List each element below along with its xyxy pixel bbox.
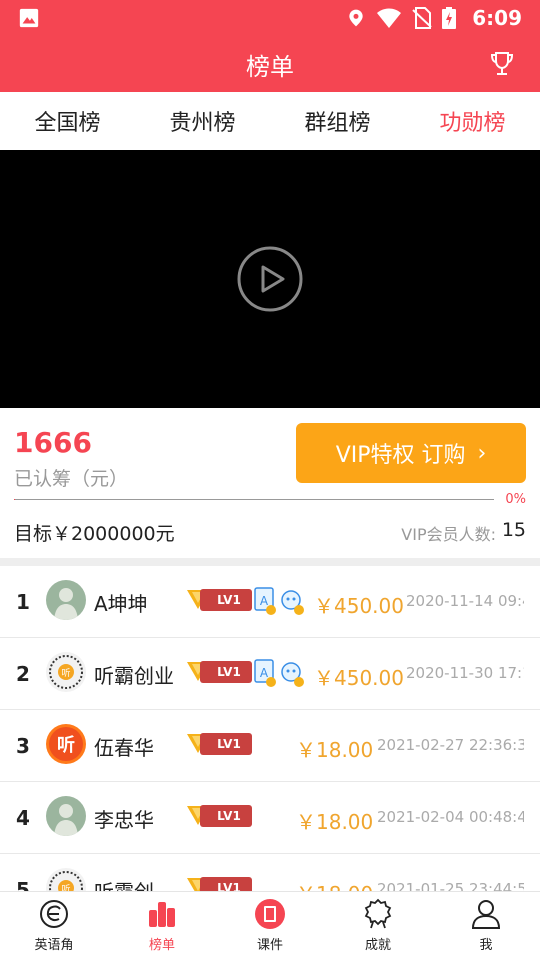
nav-ranking[interactable]: 榜单 (108, 892, 216, 960)
user-name: A坤坤 (94, 592, 148, 616)
contribution-date: 2020-11-14 09:40 (406, 592, 524, 610)
page-title: 榜单 (246, 52, 294, 81)
status-bar: 6:09 (0, 0, 540, 36)
video-player[interactable] (0, 150, 540, 408)
user-avatar (46, 796, 86, 836)
nav-courseware[interactable]: 课件 (216, 892, 324, 960)
contribution-amount: ￥18.00 (296, 810, 374, 834)
leaderboard-list: 1A坤坤LV1A￥450.002020-11-14 09:402听听霸创业LV1… (0, 566, 540, 891)
location-icon (349, 9, 363, 27)
contribution-amount: ￥18.00 (296, 738, 374, 762)
contribution-date: 2021-01-25 23:44:51 (377, 880, 524, 891)
rank-number: 3 (16, 734, 30, 758)
nav-label: 课件 (256, 938, 283, 953)
leaderboard-row[interactable]: 4 李忠华 LV1 ￥18.00 2021-02-04 00:48:43 (0, 782, 540, 854)
user-name: 听霸创 (94, 876, 178, 891)
rank-number: 1 (16, 590, 30, 614)
contribution-date: 2020-11-30 17:10 (406, 664, 524, 682)
tab-national[interactable]: 全国榜 (0, 92, 135, 150)
vip-subscribe-label: VIP特权 订购 (335, 443, 466, 468)
leaderboard-row[interactable]: 5 听 听霸创 LV1 ￥18.00 2021-01-25 23:44:51 (0, 854, 540, 891)
level-badge: LV1 (186, 661, 252, 683)
vip-members-count: 15 (501, 519, 526, 541)
progress-bar (14, 499, 494, 500)
tab-merit[interactable]: 功勋榜 (405, 92, 540, 150)
contribution-amount: ￥450.00 (314, 594, 404, 618)
ranking-icon (149, 902, 175, 927)
ranking-tabs: 全国榜 贵州榜 群组榜 功勋榜 (0, 92, 540, 150)
user-name: 听霸创业 (94, 664, 174, 688)
raised-amount: 1666 (14, 426, 92, 459)
app-bar: 榜单 (0, 36, 540, 92)
rank-number: 5 (16, 878, 30, 891)
level-label: LV1 (200, 589, 252, 611)
play-icon[interactable] (237, 246, 303, 312)
trophy-icon[interactable] (488, 50, 516, 78)
user-avatar (46, 580, 86, 620)
nav-label: 我 (479, 938, 493, 953)
user-avatar: 听 (46, 724, 86, 764)
bottom-nav: 英语角 榜单 课件 成就 我 (0, 891, 540, 960)
vip-badges-icon: A (253, 658, 309, 688)
goal-text: 目标￥2000000元 (14, 523, 175, 545)
level-badge: LV1 (186, 589, 252, 611)
nav-label: 英语角 (34, 938, 74, 953)
user-name: 伍春华 (94, 736, 154, 760)
user-name: 李忠华 (94, 808, 154, 832)
nav-label: 成就 (364, 938, 391, 953)
no-sim-icon (412, 7, 432, 29)
nav-profile[interactable]: 我 (432, 892, 540, 960)
leaderboard-row[interactable]: 1 A坤坤 LV1 A ￥450.002020-11-14 09:40 (0, 566, 540, 638)
profile-icon (471, 900, 501, 929)
english-corner-icon (40, 900, 68, 928)
svg-text:听: 听 (61, 668, 70, 679)
vip-members-label: VIP会员人数: (401, 525, 496, 544)
tab-group[interactable]: 群组榜 (270, 92, 405, 150)
level-badge: LV1 (186, 805, 252, 827)
rank-number: 4 (16, 806, 30, 830)
svg-text:A: A (260, 666, 269, 680)
level-label: LV1 (200, 805, 252, 827)
section-divider (0, 558, 540, 566)
user-avatar: 听 (46, 868, 86, 891)
progress-percent: 0% (505, 492, 526, 507)
level-badge: LV1 (186, 877, 252, 891)
rank-number: 2 (16, 662, 30, 686)
vip-badges-icon: A (253, 586, 309, 616)
contribution-amount: ￥450.00 (314, 666, 404, 690)
user-avatar: 听 (46, 652, 86, 692)
battery-charging-icon (442, 7, 457, 29)
status-time: 6:09 (472, 6, 522, 30)
achievement-icon (364, 898, 392, 929)
leaderboard-row[interactable]: 2 听 听霸创业 LV1 A ￥450.002020-11-30 17:10 (0, 638, 540, 710)
leaderboard-row[interactable]: 3 听伍春华 LV1 ￥18.00 2021-02-27 22:36:38 (0, 710, 540, 782)
nav-english-corner[interactable]: 英语角 (0, 892, 108, 960)
image-icon (19, 8, 39, 28)
svg-text:A: A (260, 594, 269, 608)
level-label: LV1 (200, 733, 252, 755)
vip-subscribe-button[interactable]: VIP特权 订购 › (296, 423, 526, 483)
tab-guizhou[interactable]: 贵州榜 (135, 92, 270, 150)
raised-amount-label: 已认筹（元） (14, 468, 129, 490)
level-label: LV1 (200, 877, 252, 891)
wifi-icon (377, 8, 402, 28)
nav-achievement[interactable]: 成就 (324, 892, 432, 960)
contribution-date: 2021-02-04 00:48:43 (377, 808, 524, 826)
nav-label: 榜单 (148, 938, 175, 953)
funding-panel: 1666 已认筹（元） VIP特权 订购 › 0% 目标￥2000000元 VI… (0, 408, 540, 558)
contribution-date: 2021-02-27 22:36:38 (377, 736, 524, 754)
chevron-right-icon: › (477, 440, 487, 466)
svg-text:听: 听 (61, 884, 70, 891)
contribution-amount: ￥18.00 (296, 878, 373, 891)
level-label: LV1 (200, 661, 252, 683)
level-badge: LV1 (186, 733, 252, 755)
svg-text:听: 听 (57, 734, 75, 756)
courseware-icon (255, 899, 285, 929)
